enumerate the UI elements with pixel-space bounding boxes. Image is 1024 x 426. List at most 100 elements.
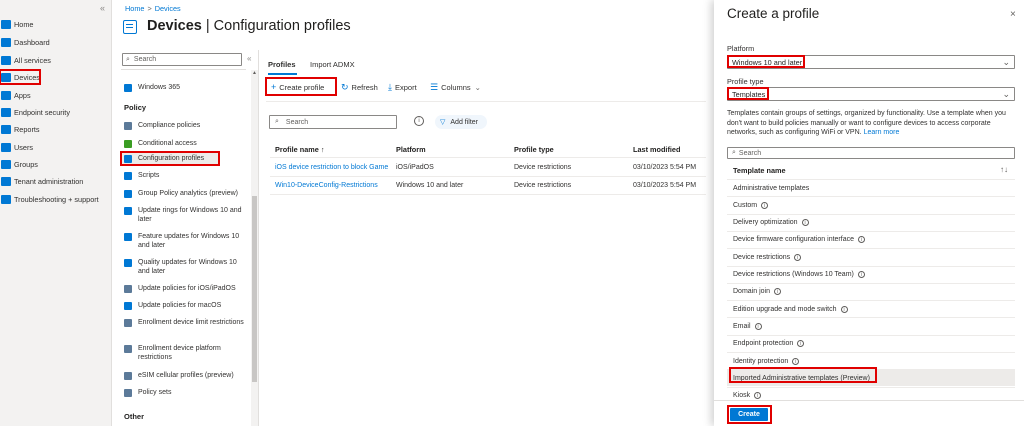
refresh-button[interactable]: ↻ Refresh <box>341 82 378 93</box>
info-icon[interactable]: i <box>792 357 800 365</box>
template-row-device-restrictions[interactable]: Device restrictions i <box>727 248 1015 265</box>
nav-item-tenant-administration[interactable]: Tenant administration <box>0 174 111 188</box>
template-row-kiosk[interactable]: Kiosk i <box>727 386 1015 404</box>
submenu-divider <box>121 69 246 70</box>
column-header-platform[interactable]: Platform <box>396 145 426 154</box>
template-row-edition-upgrade-and-mode-switch[interactable]: Edition upgrade and mode switch i <box>727 300 1015 317</box>
template-name: Administrative templates <box>733 184 810 192</box>
profiles-search-input[interactable]: ⌕ Search <box>269 115 397 129</box>
search-icon: ⌕ <box>732 149 736 156</box>
breadcrumb-devices[interactable]: Devices <box>155 4 181 13</box>
submenu-item-esim-cellular-profiles-preview[interactable]: eSIM cellular profiles (preview) <box>121 369 245 382</box>
scroll-up-icon[interactable]: ▲ <box>251 70 258 78</box>
submenu-search-input[interactable]: ⌕ Search <box>122 53 242 66</box>
template-row-administrative-templates[interactable]: Administrative templates <box>727 179 1015 196</box>
info-icon[interactable]: i <box>414 116 424 126</box>
info-icon[interactable]: i <box>754 392 762 400</box>
column-header-profile-type[interactable]: Profile type <box>514 145 554 154</box>
profile-name-link[interactable]: Win10-DeviceConfig-Restrictions <box>275 182 378 189</box>
template-name-header[interactable]: Template name <box>733 166 786 175</box>
submenu-item-scripts[interactable]: Scripts <box>121 169 245 182</box>
template-row-endpoint-protection[interactable]: Endpoint protection i <box>727 334 1015 352</box>
submenu-item-update-rings-for-windows-10-and-later[interactable]: Update rings for Windows 10 and later <box>121 204 245 226</box>
column-header-last-modified[interactable]: Last modified <box>633 145 680 154</box>
submenu-item-policy-sets[interactable]: Policy sets <box>121 386 245 399</box>
info-icon[interactable]: i <box>773 288 781 296</box>
nav-item-label: Dashboard <box>14 37 50 47</box>
template-row-domain-join[interactable]: Domain join i <box>727 282 1015 300</box>
nav-item-label: Devices <box>14 72 40 82</box>
submenu-item-group-policy-analytics-preview[interactable]: Group Policy analytics (preview) <box>121 187 245 200</box>
more-options-icon[interactable]: ··· <box>318 19 328 30</box>
nav-item-devices[interactable]: Devices <box>0 69 41 85</box>
nav-item-label: Users <box>14 142 34 152</box>
column-header-profile-name[interactable]: Profile name ↑ <box>275 145 324 154</box>
submenu-item-windows365[interactable]: Windows 365 <box>121 81 245 94</box>
submenu-item-feature-updates-for-windows-10-and-later[interactable]: Feature updates for Windows 10 and later <box>121 230 245 252</box>
tab-profiles[interactable]: Profiles <box>268 60 296 69</box>
submenu-item-quality-updates-for-windows-10-and-later[interactable]: Quality updates for Windows 10 and later <box>121 256 245 278</box>
nav-item-groups[interactable]: Groups <box>0 157 111 171</box>
submenu-item-enrollment-device-platform-restrictions[interactable]: Enrollment device platform restrictions <box>121 342 245 364</box>
nav-item-dashboard[interactable]: Dashboard <box>0 35 111 49</box>
policy-item-icon <box>124 171 132 180</box>
nav-item-home[interactable]: Home <box>0 17 111 31</box>
template-row-delivery-optimization[interactable]: Delivery optimization i <box>727 213 1015 231</box>
nav-item-label: Home <box>14 19 34 29</box>
info-icon[interactable]: i <box>797 340 805 348</box>
nav-item-apps[interactable]: Apps <box>0 88 111 102</box>
submenu-item-configuration-profiles[interactable]: Configuration profiles <box>120 151 220 166</box>
collapse-submenu-icon[interactable]: « <box>247 54 251 63</box>
info-icon[interactable]: i <box>801 219 809 227</box>
profile-name-link[interactable]: iOS device restriction to block Game <box>275 164 388 171</box>
search-icon: ⌕ <box>126 55 130 63</box>
nav-item-label: Tenant administration <box>14 176 84 186</box>
template-search-input[interactable]: ⌕ Search <box>727 147 1015 159</box>
info-icon[interactable]: i <box>840 305 848 313</box>
collapse-nav-icon[interactable]: « <box>100 3 105 13</box>
home-icon <box>1 19 11 29</box>
breadcrumb-home[interactable]: Home <box>125 4 144 13</box>
tenant-admin-icon <box>1 176 11 186</box>
download-icon: ⤓ <box>388 82 392 92</box>
nav-item-label: Groups <box>14 159 38 169</box>
submenu-item-enrollment-device-limit-restrictions[interactable]: Enrollment device limit restrictions <box>121 316 245 329</box>
template-row-device-firmware-configuration-interface[interactable]: Device firmware configuration interface i <box>727 230 1015 248</box>
profile-type-select[interactable]: Templates ⌄ <box>727 87 1015 101</box>
columns-button[interactable]: ☰ Columns ⌄ <box>430 82 481 93</box>
nav-item-troubleshooting-support[interactable]: Troubleshooting + support <box>0 192 111 206</box>
info-icon[interactable]: i <box>754 322 762 330</box>
export-button[interactable]: ⤓ Export <box>388 82 417 93</box>
policy-item-icon <box>124 121 132 130</box>
submenu-item-compliance-policies[interactable]: Compliance policies <box>121 119 245 132</box>
tab-import-admx[interactable]: Import ADMX <box>310 60 355 69</box>
template-row-device-restrictions-windows-10-team[interactable]: Device restrictions (Windows 10 Team) i <box>727 265 1015 283</box>
learn-more-link[interactable]: Learn more <box>864 129 900 136</box>
info-icon[interactable]: i <box>794 253 802 261</box>
nav-item-label: All services <box>14 55 51 65</box>
submenu-item-conditional-access[interactable]: Conditional access <box>121 137 245 150</box>
windows365-icon <box>124 83 132 92</box>
template-row-email[interactable]: Email i <box>727 317 1015 334</box>
nav-item-reports[interactable]: Reports <box>0 122 111 136</box>
template-name: Device restrictions (Windows 10 Team) <box>733 271 854 278</box>
info-icon[interactable]: i <box>761 201 769 209</box>
filter-icon: ▽ <box>440 119 446 126</box>
submenu-item-update-policies-for-ios-ipados[interactable]: Update policies for iOS/iPadOS <box>121 282 245 295</box>
template-row-custom[interactable]: Custom i <box>727 196 1015 213</box>
close-icon[interactable]: × <box>1010 9 1016 20</box>
policy-item-icon <box>124 154 132 163</box>
info-icon[interactable]: i <box>858 236 865 244</box>
nav-item-all-services[interactable]: All services <box>0 53 111 67</box>
template-name: Custom <box>733 201 758 209</box>
nav-item-label: Reports <box>14 124 40 134</box>
nav-item-users[interactable]: Users <box>0 140 111 154</box>
table-cell-modified: 03/10/2023 5:54 PM <box>633 164 697 171</box>
nav-item-endpoint-security[interactable]: Endpoint security <box>0 105 111 119</box>
submenu-scroll-thumb[interactable] <box>252 196 257 382</box>
submenu-item-update-policies-for-macos[interactable]: Update policies for macOS <box>121 299 245 312</box>
add-filter-button[interactable]: ▽ Add filter <box>435 115 487 129</box>
info-icon[interactable]: i <box>857 271 865 278</box>
profile-type-highlight <box>727 87 769 100</box>
sort-icon[interactable]: ↑↓ <box>1000 165 1008 174</box>
